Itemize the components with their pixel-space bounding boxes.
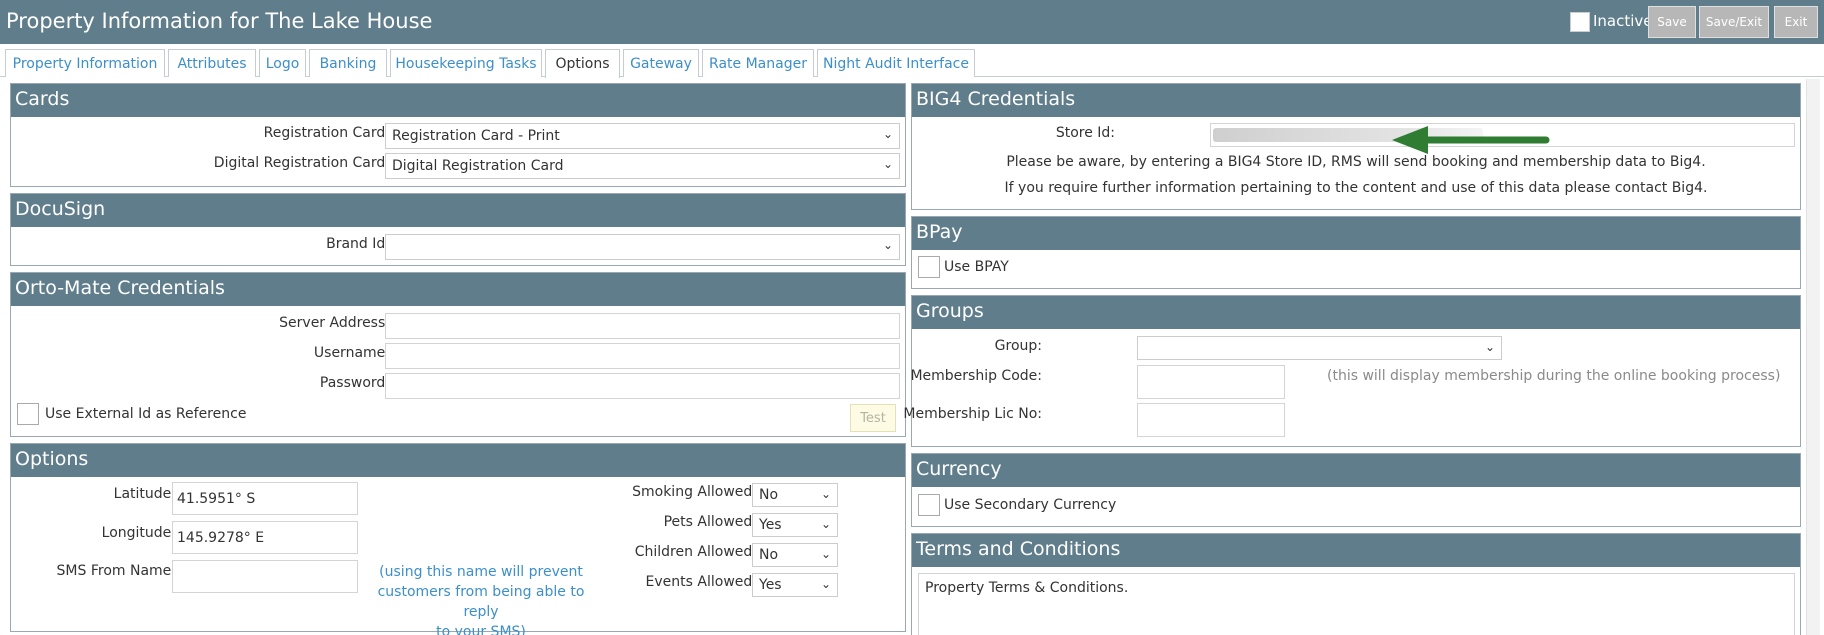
sms-note-line2: customers from being able to reply (377, 584, 585, 620)
use-bpay-checkbox[interactable] (918, 256, 940, 278)
big4-header: BIG4 Credentials (912, 84, 1800, 117)
ortomate-panel: Orto-Mate Credentials Server Address: Us… (10, 272, 906, 437)
use-external-id-checkbox[interactable] (17, 403, 39, 425)
inactive-checkbox[interactable] (1570, 12, 1590, 32)
arrow-left-icon (1392, 126, 1550, 154)
tab-rate-manager[interactable]: Rate Manager (702, 49, 814, 77)
page-title: Property Information for The Lake House (6, 9, 433, 33)
password-input[interactable] (385, 373, 900, 399)
digital-registration-card-label: Digital Registration Card: (213, 155, 390, 171)
save-exit-button[interactable]: Save/Exit (1699, 6, 1769, 38)
smoking-allowed-label: Smoking Allowed: (632, 484, 757, 500)
username-label: Username: (313, 345, 390, 361)
tab-property-information[interactable]: Property Information (5, 49, 165, 77)
tab-gateway[interactable]: Gateway (623, 49, 699, 77)
use-external-id-label: Use External Id as Reference (45, 406, 247, 422)
groups-header: Groups (912, 296, 1800, 329)
cards-header: Cards (11, 84, 905, 117)
cards-panel: Cards Registration Card: Registration Ca… (10, 83, 906, 187)
membership-code-input[interactable] (1137, 365, 1285, 399)
docusign-header: DocuSign (11, 194, 905, 227)
digital-registration-card-select[interactable]: Digital Registration Card ⌄ (385, 153, 900, 179)
terms-textarea[interactable]: Property Terms & Conditions. (918, 573, 1795, 635)
use-secondary-currency-checkbox[interactable] (918, 494, 940, 516)
server-address-input[interactable] (385, 313, 900, 339)
tab-options[interactable]: Options (545, 49, 620, 78)
registration-card-value: Registration Card - Print (392, 128, 560, 144)
options-header: Options (11, 444, 905, 477)
group-select[interactable]: ⌄ (1137, 336, 1502, 360)
big4-panel: BIG4 Credentials Store Id: Please be awa… (911, 83, 1801, 210)
pets-allowed-value: Yes (759, 517, 782, 533)
brand-id-label: Brand Id: (326, 236, 390, 252)
chevron-down-icon: ⌄ (820, 577, 831, 591)
save-button[interactable]: Save (1648, 6, 1696, 38)
chevron-down-icon: ⌄ (882, 157, 893, 171)
bpay-header: BPay (912, 217, 1800, 250)
digital-registration-card-value: Digital Registration Card (392, 158, 564, 174)
brand-id-select[interactable]: ⌄ (385, 234, 900, 260)
options-panel: Options Latitude: 41.5951° S Longitude: … (10, 443, 906, 635)
latitude-input[interactable]: 41.5951° S (172, 482, 358, 515)
chevron-down-icon: ⌄ (820, 487, 831, 501)
smoking-allowed-select[interactable]: No ⌄ (752, 483, 838, 507)
server-address-label: Server Address: (279, 315, 390, 331)
pets-allowed-label: Pets Allowed: (663, 514, 757, 530)
membership-lic-input[interactable] (1137, 403, 1285, 437)
tab-housekeeping-tasks[interactable]: Housekeeping Tasks (390, 49, 542, 77)
currency-header: Currency (912, 454, 1800, 487)
docusign-panel: DocuSign Brand Id: ⌄ (10, 193, 906, 266)
groups-panel: Groups Group: ⌄ Membership Code: (this w… (903, 295, 1801, 447)
tab-night-audit-interface[interactable]: Night Audit Interface (817, 49, 975, 77)
tab-banking[interactable]: Banking (309, 49, 387, 77)
password-label: Password: (319, 375, 390, 391)
exit-button[interactable]: Exit (1774, 6, 1818, 38)
sms-note-line3: to your SMS) (436, 624, 526, 635)
chevron-down-icon: ⌄ (820, 547, 831, 561)
chevron-down-icon: ⌄ (882, 127, 893, 141)
title-bar: Property Information for The Lake House … (0, 0, 1824, 44)
sms-note-line1: (using this name will prevent (379, 564, 583, 580)
terms-panel: Terms and Conditions Property Terms & Co… (911, 533, 1801, 635)
events-allowed-label: Events Allowed: (645, 574, 757, 590)
group-label: Group: (994, 338, 1042, 354)
children-allowed-select[interactable]: No ⌄ (752, 543, 838, 567)
sms-from-name-input[interactable] (172, 560, 358, 593)
children-allowed-value: No (759, 547, 779, 563)
children-allowed-label: Children Allowed: (634, 544, 757, 560)
smoking-allowed-value: No (759, 487, 779, 503)
events-allowed-select[interactable]: Yes ⌄ (752, 573, 838, 597)
chevron-down-icon: ⌄ (820, 517, 831, 531)
pets-allowed-select[interactable]: Yes ⌄ (752, 513, 838, 537)
terms-header: Terms and Conditions (912, 534, 1800, 567)
longitude-input[interactable]: 145.9278° E (172, 521, 358, 554)
latitude-label: Latitude: (113, 486, 176, 502)
tab-logo[interactable]: Logo (259, 49, 306, 77)
tab-attributes[interactable]: Attributes (168, 49, 256, 77)
currency-panel: Currency Use Secondary Currency (911, 453, 1801, 527)
ortomate-header: Orto-Mate Credentials (11, 273, 905, 306)
membership-lic-label: Membership Lic No: (903, 406, 1042, 422)
username-input[interactable] (385, 343, 900, 369)
big4-notice-line2: If you require further information perta… (1004, 180, 1708, 196)
bpay-panel: BPay Use BPAY (911, 216, 1801, 289)
vertical-scrollbar[interactable] (1806, 79, 1820, 635)
big4-notice-line1: Please be aware, by entering a BIG4 Stor… (1006, 154, 1706, 170)
chevron-down-icon: ⌄ (882, 238, 893, 252)
test-button[interactable]: Test (850, 404, 896, 432)
sms-note: (using this name will prevent customers … (359, 562, 603, 635)
events-allowed-value: Yes (759, 577, 782, 593)
sms-from-name-label: SMS From Name: (56, 563, 176, 579)
inactive-label: Inactive (1593, 12, 1653, 30)
registration-card-label: Registration Card: (263, 125, 390, 141)
chevron-down-icon: ⌄ (1484, 340, 1495, 354)
tab-bar: Property Information Attributes Logo Ban… (0, 44, 1824, 78)
use-secondary-currency-label: Use Secondary Currency (944, 497, 1117, 513)
use-bpay-label: Use BPAY (944, 259, 1009, 275)
membership-code-label: Membership Code: (910, 368, 1042, 384)
store-id-label: Store Id: (1055, 125, 1115, 141)
longitude-label: Longitude: (101, 525, 176, 541)
membership-code-hint: (this will display membership during the… (1327, 368, 1781, 384)
registration-card-select[interactable]: Registration Card - Print ⌄ (385, 123, 900, 149)
